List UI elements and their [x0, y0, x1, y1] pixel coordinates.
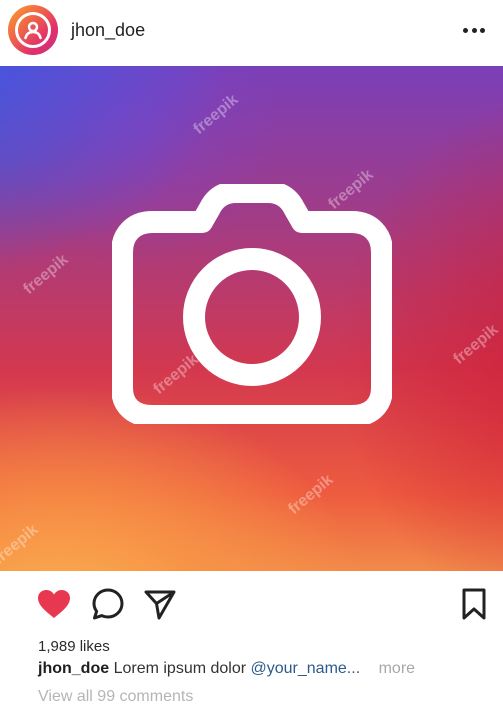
send-icon[interactable]	[142, 586, 178, 622]
post-header: jhon_doe	[0, 0, 503, 62]
heart-filled-icon[interactable]	[36, 586, 72, 622]
instagram-post: jhon_doe freepik freepik freepik freepik…	[0, 0, 503, 706]
view-comments-link[interactable]: View all 99 comments	[38, 688, 193, 706]
post-username[interactable]: jhon_doe	[71, 19, 145, 41]
caption-text: Lorem ipsum dolor	[113, 660, 247, 677]
caption-more-link[interactable]: more	[379, 660, 415, 677]
user-icon	[15, 12, 51, 48]
caption-mention[interactable]: @your_name...	[251, 660, 361, 677]
bookmark-icon[interactable]	[456, 586, 492, 622]
post-caption: jhon_doe Lorem ipsum dolor @your_name...…	[38, 660, 415, 678]
post-actions	[0, 580, 503, 628]
post-image[interactable]: freepik freepik freepik freepik freepik …	[0, 66, 503, 571]
likes-count[interactable]: 1,989 likes	[38, 638, 110, 655]
camera-icon	[112, 184, 392, 424]
caption-username[interactable]: jhon_doe	[38, 660, 109, 677]
comment-icon[interactable]	[90, 586, 126, 622]
avatar[interactable]	[8, 5, 58, 55]
more-horizontal-icon[interactable]	[463, 20, 485, 40]
